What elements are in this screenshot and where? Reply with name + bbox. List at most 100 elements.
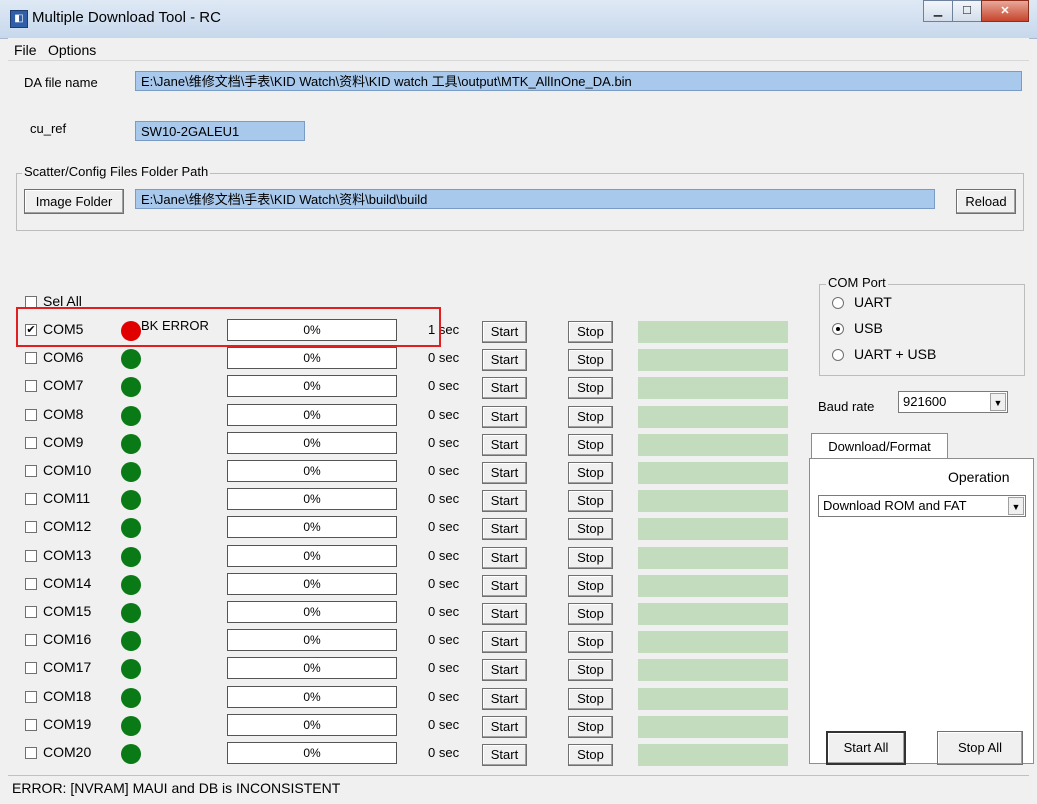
image-folder-button[interactable]: Image Folder <box>24 189 124 214</box>
progress-bar: 0% <box>227 601 397 623</box>
baud-rate-value: 921600 <box>903 394 947 409</box>
stop-button[interactable]: Stop <box>568 433 613 456</box>
baud-rate-select[interactable]: 921600 ▼ <box>898 391 1008 413</box>
start-button[interactable]: Start <box>482 349 527 372</box>
reload-button[interactable]: Reload <box>956 189 1016 214</box>
port-checkbox[interactable] <box>25 549 37 562</box>
result-bar <box>638 546 788 569</box>
start-button[interactable]: Start <box>482 659 527 682</box>
tab-download-format[interactable]: Download/Format <box>811 433 948 459</box>
start-button[interactable]: Start <box>482 631 527 654</box>
progress-bar: 0% <box>227 685 397 708</box>
stop-button[interactable]: Stop <box>568 321 613 343</box>
radio-uart[interactable] <box>832 297 844 309</box>
menu-options[interactable]: Options <box>48 42 96 58</box>
cu-ref-label: cu_ref <box>30 121 67 136</box>
error-highlight-box <box>16 307 441 347</box>
result-bar <box>638 744 788 766</box>
status-led-icon <box>121 574 141 595</box>
maximize-icon[interactable]: ☐ <box>952 0 982 22</box>
operation-select[interactable]: Download ROM and FAT ▼ <box>818 495 1026 517</box>
com-port-group <box>819 284 1025 376</box>
status-led-icon <box>121 377 141 398</box>
start-all-button[interactable]: Start All <box>826 731 906 765</box>
port-row: COM15 0% 0 sec Start Stop <box>8 598 808 626</box>
status-led-icon <box>121 744 141 764</box>
title-bar: ◧ Multiple Download Tool - RC ▁ ☐ ✕ <box>0 0 1037 39</box>
stop-button[interactable]: Stop <box>568 744 613 766</box>
start-button[interactable]: Start <box>482 462 527 484</box>
radio-uart-usb-label: UART + USB <box>854 346 937 362</box>
app-icon: ◧ <box>10 10 28 28</box>
stop-button[interactable]: Stop <box>568 715 613 738</box>
stop-button[interactable]: Stop <box>568 687 613 710</box>
radio-uart-usb[interactable] <box>832 349 844 361</box>
stop-button[interactable]: Stop <box>568 659 613 682</box>
start-button[interactable]: Start <box>482 744 527 766</box>
start-button[interactable]: Start <box>482 490 527 513</box>
stop-all-button[interactable]: Stop All <box>937 731 1023 765</box>
status-led-icon <box>121 405 141 426</box>
stop-button[interactable]: Stop <box>568 490 613 513</box>
start-button[interactable]: Start <box>482 603 527 625</box>
start-button[interactable]: Start <box>482 377 527 400</box>
start-button[interactable]: Start <box>482 574 527 597</box>
port-checkbox[interactable] <box>25 465 37 477</box>
window-controls: ▁ ☐ ✕ <box>923 0 1029 22</box>
port-row: COM13 0% 0 sec Start Stop <box>8 542 808 570</box>
elapsed-time: 0 sec <box>428 463 460 478</box>
start-button[interactable]: Start <box>482 546 527 569</box>
menu-file[interactable]: File <box>14 42 37 58</box>
stop-button[interactable]: Stop <box>568 349 613 372</box>
chevron-down-icon[interactable]: ▼ <box>1008 497 1024 515</box>
progress-bar: 0% <box>227 629 397 652</box>
port-checkbox[interactable] <box>25 352 37 365</box>
cu-ref-field[interactable]: SW10-2GALEU1 <box>135 121 305 141</box>
close-icon[interactable]: ✕ <box>981 0 1029 22</box>
port-checkbox[interactable] <box>25 577 37 590</box>
start-button[interactable]: Start <box>482 715 527 738</box>
port-checkbox[interactable] <box>25 718 37 731</box>
port-checkbox[interactable] <box>25 690 37 703</box>
scatter-path-field[interactable]: E:\Jane\维修文档\手表\KID Watch\资料\build\build <box>135 189 935 209</box>
port-checkbox[interactable] <box>25 747 37 759</box>
result-bar <box>638 433 788 456</box>
result-bar <box>638 349 788 372</box>
port-checkbox[interactable] <box>25 662 37 675</box>
da-file-field[interactable]: E:\Jane\维修文档\手表\KID Watch\资料\KID watch 工… <box>135 71 1022 91</box>
status-led-icon <box>121 433 141 454</box>
radio-usb[interactable] <box>832 323 844 335</box>
start-button[interactable]: Start <box>482 433 527 456</box>
port-checkbox[interactable] <box>25 436 37 449</box>
stop-button[interactable]: Stop <box>568 631 613 654</box>
start-button[interactable]: Start <box>482 687 527 710</box>
elapsed-time: 0 sec <box>428 604 460 619</box>
port-checkbox[interactable] <box>25 606 37 618</box>
start-button[interactable]: Start <box>482 518 527 541</box>
chevron-down-icon[interactable]: ▼ <box>990 393 1006 411</box>
port-checkbox[interactable] <box>25 521 37 534</box>
progress-bar: 0% <box>227 488 397 511</box>
stop-button[interactable]: Stop <box>568 405 613 428</box>
port-checkbox[interactable] <box>25 493 37 506</box>
progress-bar: 0% <box>227 516 397 539</box>
progress-bar: 0% <box>227 657 397 680</box>
stop-button[interactable]: Stop <box>568 603 613 625</box>
stop-button[interactable]: Stop <box>568 546 613 569</box>
stop-button[interactable]: Stop <box>568 574 613 597</box>
port-checkbox[interactable] <box>25 408 37 421</box>
result-bar <box>638 631 788 654</box>
minimize-icon[interactable]: ▁ <box>923 0 953 22</box>
start-button[interactable]: Start <box>482 321 527 343</box>
stop-button[interactable]: Stop <box>568 518 613 541</box>
port-checkbox[interactable] <box>25 634 37 647</box>
stop-button[interactable]: Stop <box>568 462 613 484</box>
elapsed-time: 0 sec <box>428 688 460 704</box>
port-checkbox[interactable] <box>25 380 37 393</box>
status-led-icon <box>121 603 141 623</box>
start-button[interactable]: Start <box>482 405 527 428</box>
stop-button[interactable]: Stop <box>568 377 613 400</box>
result-bar <box>638 321 788 343</box>
port-label: COM16 <box>43 631 92 648</box>
port-label: COM17 <box>43 659 92 676</box>
